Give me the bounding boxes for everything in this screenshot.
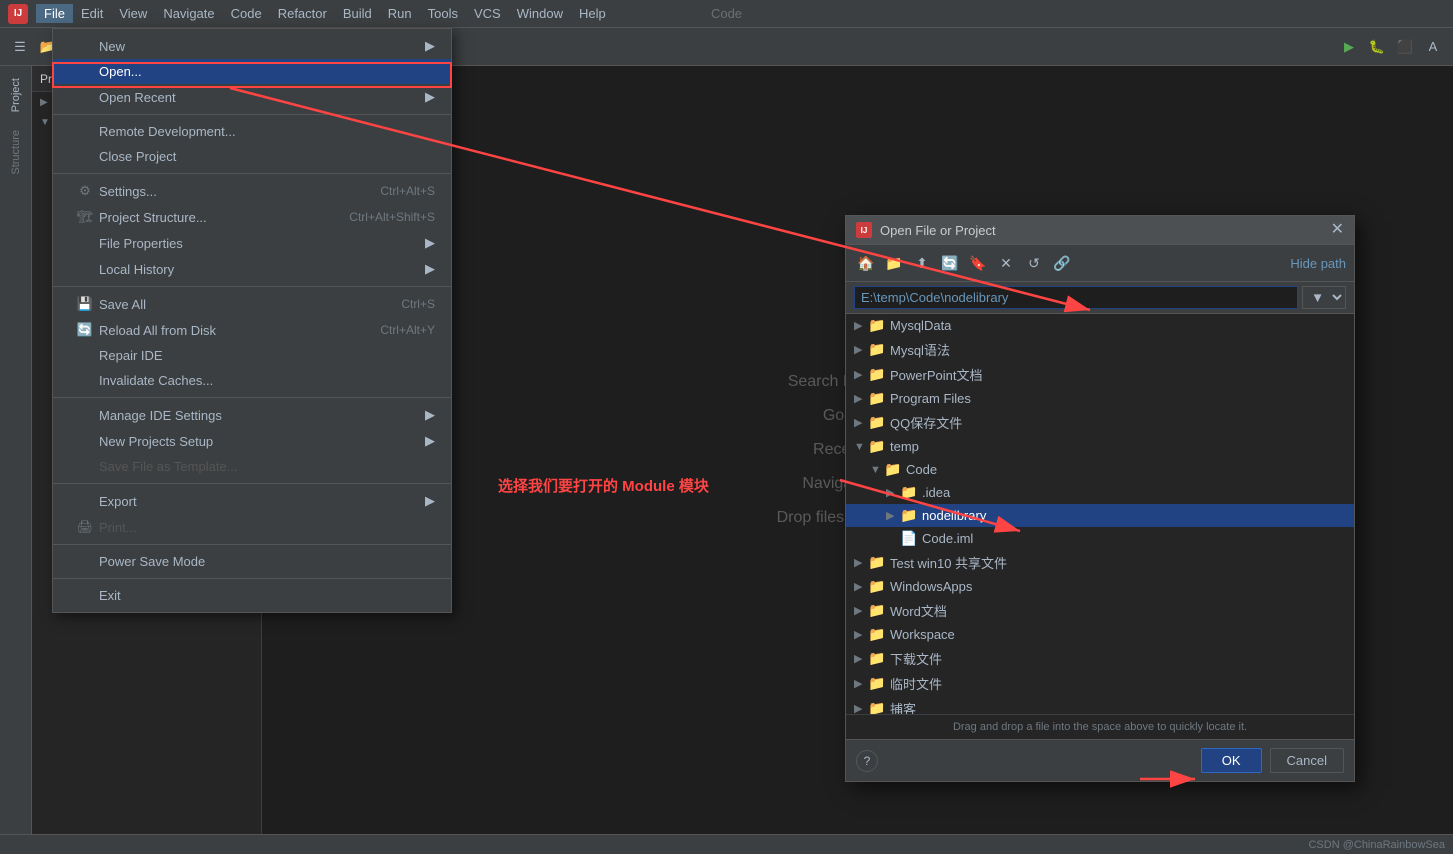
- dialog-drop-hint: Drag and drop a file into the space abov…: [846, 714, 1354, 739]
- dialog-file-tree[interactable]: ▶ 📁 MysqlData ▶ 📁 Mysql语法 ▶ 📁 PowerPoint…: [846, 314, 1354, 714]
- tree-item-downloads[interactable]: ▶ 📁 下载文件: [846, 646, 1354, 671]
- folder-icon: 📁: [868, 366, 886, 383]
- folder-icon: 📁: [868, 675, 886, 692]
- tree-item-code-iml[interactable]: ▶ 📄 Code.iml: [846, 527, 1354, 550]
- tree-arrow: ▶: [854, 416, 868, 429]
- folder-icon: 📁: [900, 507, 918, 524]
- tree-item-word[interactable]: ▶ 📁 Word文档: [846, 598, 1354, 623]
- dialog-ok-button[interactable]: OK: [1201, 748, 1262, 773]
- dialog-help-button[interactable]: ?: [856, 750, 878, 772]
- folder-icon: 📁: [868, 578, 886, 595]
- dialog-btn-new-folder[interactable]: 📁: [882, 251, 906, 275]
- tree-item-mysqldata[interactable]: ▶ 📁 MysqlData: [846, 314, 1354, 337]
- dialog-footer-buttons: OK Cancel: [1201, 748, 1344, 773]
- folder-icon: 📁: [868, 317, 886, 334]
- tree-item-test-win10[interactable]: ▶ 📁 Test win10 共享文件: [846, 550, 1354, 575]
- tree-arrow: ▶: [854, 652, 868, 665]
- tree-arrow: ▶: [854, 702, 868, 714]
- folder-icon: 📁: [884, 461, 902, 478]
- tree-item-temp-files[interactable]: ▶ 📁 临时文件: [846, 671, 1354, 696]
- tree-arrow: ▶: [854, 580, 868, 593]
- dialog-btn-link[interactable]: 🔗: [1050, 251, 1074, 275]
- folder-icon: 📁: [868, 390, 886, 407]
- file-icon: 📄: [900, 530, 918, 547]
- dialog-title-left: IJ Open File or Project: [856, 222, 996, 238]
- folder-icon: 📁: [868, 602, 886, 619]
- dialog-btn-refresh2[interactable]: ↺: [1022, 251, 1046, 275]
- tree-item-powerpoint[interactable]: ▶ 📁 PowerPoint文档: [846, 362, 1354, 387]
- tree-arrow: ▶: [854, 604, 868, 617]
- tree-arrow: ▶: [854, 343, 868, 356]
- tree-item-qq[interactable]: ▶ 📁 QQ保存文件: [846, 410, 1354, 435]
- dialog-path-input[interactable]: [854, 286, 1298, 309]
- tree-item-capture[interactable]: ▶ 📁 捕客: [846, 696, 1354, 714]
- folder-icon: 📁: [900, 484, 918, 501]
- dialog-footer: ? OK Cancel: [846, 739, 1354, 781]
- folder-icon: 📁: [868, 626, 886, 643]
- dialog-toolbar: 🏠 📁 ⬆ 🔄 🔖 ✕ ↺ 🔗 Hide path: [846, 245, 1354, 282]
- tree-item-workspace[interactable]: ▶ 📁 Workspace: [846, 623, 1354, 646]
- dialog-toolbar-left: 🏠 📁 ⬆ 🔄 🔖 ✕ ↺ 🔗: [854, 251, 1074, 275]
- dialog-btn-add-bookmark[interactable]: 🔖: [966, 251, 990, 275]
- tree-arrow: ▶: [854, 628, 868, 641]
- folder-icon: 📁: [868, 438, 886, 455]
- tree-item-temp[interactable]: ▼ 📁 temp: [846, 435, 1354, 458]
- dialog-btn-refresh1[interactable]: 🔄: [938, 251, 962, 275]
- tree-arrow: ▶: [854, 392, 868, 405]
- dialog-btn-remove[interactable]: ✕: [994, 251, 1018, 275]
- tree-item-idea[interactable]: ▶ 📁 .idea: [846, 481, 1354, 504]
- dialog-btn-up[interactable]: ⬆: [910, 251, 934, 275]
- tree-item-program-files[interactable]: ▶ 📁 Program Files: [846, 387, 1354, 410]
- folder-icon: 📁: [868, 650, 886, 667]
- tree-arrow: ▼: [870, 464, 884, 476]
- dialog-path-dropdown[interactable]: ▼: [1302, 286, 1346, 309]
- dialog-overlay: IJ Open File or Project ✕ 🏠 📁 ⬆ 🔄 🔖 ✕ ↺ …: [0, 0, 1453, 854]
- dialog-btn-home[interactable]: 🏠: [854, 251, 878, 275]
- hide-path-button[interactable]: Hide path: [1290, 256, 1346, 271]
- folder-icon: 📁: [868, 414, 886, 431]
- folder-icon: 📁: [868, 700, 886, 714]
- tree-arrow: ▼: [854, 441, 868, 453]
- tree-item-windowsapps[interactable]: ▶ 📁 WindowsApps: [846, 575, 1354, 598]
- dialog-cancel-button[interactable]: Cancel: [1270, 748, 1344, 773]
- dialog-path-row: ▼: [846, 282, 1354, 314]
- tree-arrow: ▶: [854, 319, 868, 332]
- dialog-titlebar: IJ Open File or Project ✕: [846, 216, 1354, 245]
- annotation-text: 选择我们要打开的 Module 模块: [498, 475, 709, 496]
- folder-icon: 📁: [868, 341, 886, 358]
- folder-icon: 📁: [868, 554, 886, 571]
- tree-item-mysql-zh[interactable]: ▶ 📁 Mysql语法: [846, 337, 1354, 362]
- dialog-title-text: Open File or Project: [880, 223, 996, 238]
- tree-arrow: ▶: [854, 677, 868, 690]
- tree-item-nodelibrary[interactable]: ▶ 📁 nodelibrary: [846, 504, 1354, 527]
- tree-item-code[interactable]: ▼ 📁 Code: [846, 458, 1354, 481]
- dialog-close-button[interactable]: ✕: [1331, 222, 1344, 238]
- open-file-dialog: IJ Open File or Project ✕ 🏠 📁 ⬆ 🔄 🔖 ✕ ↺ …: [845, 215, 1355, 782]
- tree-arrow: ▶: [854, 368, 868, 381]
- dialog-logo: IJ: [856, 222, 872, 238]
- tree-arrow: ▶: [886, 486, 900, 499]
- tree-arrow: ▶: [886, 509, 900, 522]
- tree-arrow: ▶: [854, 556, 868, 569]
